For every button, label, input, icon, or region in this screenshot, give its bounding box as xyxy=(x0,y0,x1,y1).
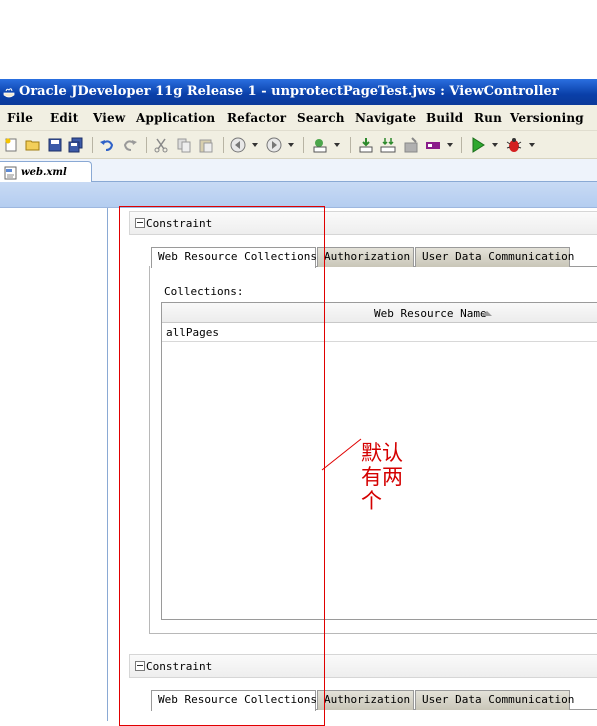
menu-navigate[interactable]: Navigate xyxy=(355,111,416,125)
toolbar-separator xyxy=(92,137,93,153)
annotation-note: 默认有两个 xyxy=(360,441,420,537)
sort-ascending-icon[interactable] xyxy=(482,311,492,316)
toolbar-separator xyxy=(303,137,304,153)
save-all-icon[interactable] xyxy=(68,137,84,153)
menu-view[interactable]: View xyxy=(93,111,125,125)
xml-file-icon xyxy=(4,166,18,180)
copy-icon[interactable] xyxy=(176,137,192,153)
menu-refactor[interactable]: Refactor xyxy=(227,111,286,125)
tab-user-data-communication[interactable]: User Data Communication xyxy=(415,247,574,267)
tab-user-data-communication[interactable]: User Data Communication xyxy=(415,690,574,710)
tab-authorization[interactable]: Authorization xyxy=(317,690,414,710)
toolbar-separator xyxy=(223,137,224,153)
column-header-web-resource-name[interactable]: Web Resource Name xyxy=(374,307,487,320)
menu-versioning[interactable]: Versioning xyxy=(510,111,584,125)
back-dropdown-icon[interactable] xyxy=(252,143,258,147)
open-icon[interactable] xyxy=(25,137,41,153)
sql-dropdown-icon[interactable] xyxy=(334,143,340,147)
undo-icon[interactable] xyxy=(99,137,115,153)
forward-dropdown-icon[interactable] xyxy=(288,143,294,147)
annotation-pointer-line xyxy=(321,438,362,471)
redo-icon[interactable] xyxy=(122,137,138,153)
menu-build[interactable]: Build xyxy=(426,111,463,125)
menu-search[interactable]: Search xyxy=(297,111,345,125)
sql-worksheet-icon[interactable] xyxy=(312,137,328,153)
clean-icon[interactable] xyxy=(425,137,441,153)
run-icon[interactable] xyxy=(470,137,486,153)
cut-icon[interactable] xyxy=(153,137,169,153)
editor-tab-label: web.xml xyxy=(21,167,67,178)
paste-icon[interactable] xyxy=(198,137,214,153)
window-title: Oracle JDeveloper 11g Release 1 - unprot… xyxy=(19,84,559,99)
toolbar-separator xyxy=(350,137,351,153)
editor-ribbon xyxy=(0,182,597,208)
menu-edit[interactable]: Edit xyxy=(50,111,78,125)
editor-tab-web-xml[interactable]: web.xml xyxy=(0,161,92,183)
debug-icon[interactable] xyxy=(506,137,522,153)
debug-dropdown-icon[interactable] xyxy=(529,143,535,147)
tab-authorization[interactable]: Authorization xyxy=(317,247,414,267)
annotation-highlight-box xyxy=(119,206,325,726)
title-bar: Oracle JDeveloper 11g Release 1 - unprot… xyxy=(0,79,597,105)
toolbar xyxy=(0,131,597,159)
menu-bar: File Edit View Application Refactor Sear… xyxy=(0,105,597,131)
toolbar-separator xyxy=(461,137,462,153)
editor-tab-strip: web.xml xyxy=(0,159,597,183)
clean-dropdown-icon[interactable] xyxy=(447,143,453,147)
menu-file[interactable]: File xyxy=(7,111,33,125)
back-icon[interactable] xyxy=(230,137,246,153)
forward-icon[interactable] xyxy=(266,137,282,153)
new-icon[interactable] xyxy=(3,137,19,153)
rebuild-icon[interactable] xyxy=(403,137,419,153)
deploy-icon[interactable] xyxy=(358,137,374,153)
toolbar-separator xyxy=(146,137,147,153)
jdeveloper-logo-icon xyxy=(2,84,16,98)
left-pane xyxy=(0,208,108,721)
save-icon[interactable] xyxy=(47,137,63,153)
menu-run[interactable]: Run xyxy=(474,111,502,125)
run-dropdown-icon[interactable] xyxy=(492,143,498,147)
make-icon[interactable] xyxy=(380,137,396,153)
menu-application[interactable]: Application xyxy=(136,111,215,125)
